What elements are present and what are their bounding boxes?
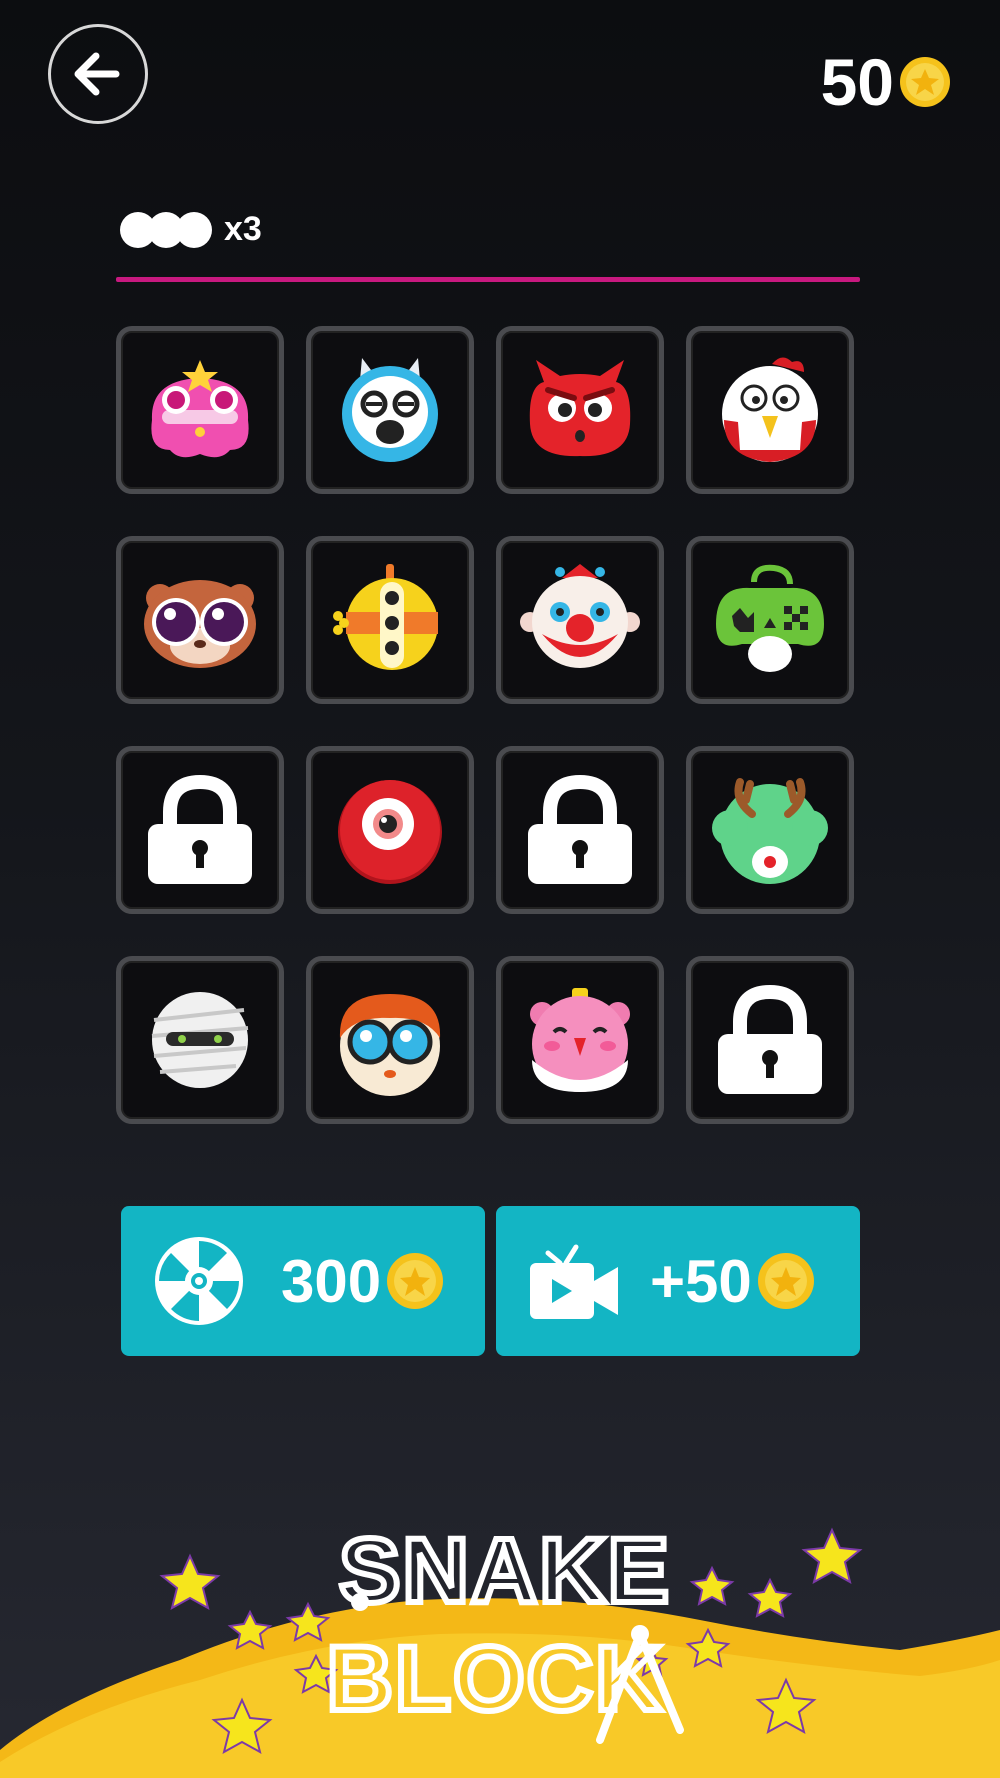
reward-amount-label: +50 xyxy=(650,1247,752,1315)
lock-icon xyxy=(528,774,632,884)
skin-cell-locked[interactable] xyxy=(116,746,284,914)
skin-cell-locked[interactable] xyxy=(686,956,854,1124)
llama-skin-icon xyxy=(342,358,438,462)
snake-body-icon xyxy=(120,211,212,248)
skin-cell-princess[interactable] xyxy=(116,326,284,494)
skin-cell-green-reindeer[interactable] xyxy=(686,746,854,914)
green-reindeer-skin-icon xyxy=(712,778,828,884)
skin-cell-clown[interactable] xyxy=(496,536,664,704)
skin-cell-game-controller[interactable] xyxy=(686,536,854,704)
skin-cell-chicken[interactable] xyxy=(686,326,854,494)
coin-balance: 50 xyxy=(821,44,950,120)
red-cat-skin-icon xyxy=(529,360,631,457)
watch-video-button[interactable]: +50 xyxy=(496,1206,860,1356)
skin-cell-scientist-kid[interactable] xyxy=(306,956,474,1124)
mummy-skin-icon xyxy=(151,992,249,1088)
spin-wheel-button[interactable]: 300 xyxy=(121,1206,485,1356)
skin-cell-yellow-robot[interactable] xyxy=(306,536,474,704)
lock-icon xyxy=(148,774,252,884)
lock-icon xyxy=(718,984,822,1094)
logo-line1: SNAKE xyxy=(339,1520,671,1622)
snake-length-label: x3 xyxy=(224,210,262,248)
snake-length-indicator: x3 xyxy=(120,210,262,249)
gold-coin-icon xyxy=(757,1253,814,1309)
skin-cell-red-eyeball[interactable] xyxy=(306,746,474,914)
video-ad-icon xyxy=(530,1244,618,1319)
clown-skin-icon xyxy=(520,564,640,668)
game-controller-skin-icon xyxy=(716,564,824,672)
princess-skin-icon xyxy=(151,360,249,458)
arrow-left-icon xyxy=(74,52,120,96)
gold-coin-icon xyxy=(900,57,950,107)
skin-cell-llama[interactable] xyxy=(306,326,474,494)
skin-cell-pink-pig[interactable] xyxy=(496,956,664,1124)
yellow-robot-skin-icon xyxy=(333,564,438,670)
skin-cell-mummy[interactable] xyxy=(116,956,284,1124)
spin-cost-label: 300 xyxy=(281,1247,382,1315)
logo-line2: BLOCK xyxy=(326,1628,663,1730)
hamster-skin-icon xyxy=(144,580,256,668)
skin-grid xyxy=(116,326,858,1124)
pink-pig-skin-icon xyxy=(530,988,630,1092)
skin-cell-hamster[interactable] xyxy=(116,536,284,704)
snake-block-banner: SNAKE BLOCK xyxy=(0,1517,1000,1778)
divider xyxy=(116,277,860,282)
gold-coin-icon xyxy=(387,1253,444,1309)
back-button[interactable] xyxy=(48,24,148,124)
scientist-kid-skin-icon xyxy=(339,994,441,1096)
chicken-skin-icon xyxy=(722,357,818,462)
skin-cell-locked[interactable] xyxy=(496,746,664,914)
skin-cell-red-cat[interactable] xyxy=(496,326,664,494)
red-eyeball-skin-icon xyxy=(338,780,442,884)
coin-amount: 50 xyxy=(820,45,894,119)
prize-wheel-icon xyxy=(155,1237,243,1325)
